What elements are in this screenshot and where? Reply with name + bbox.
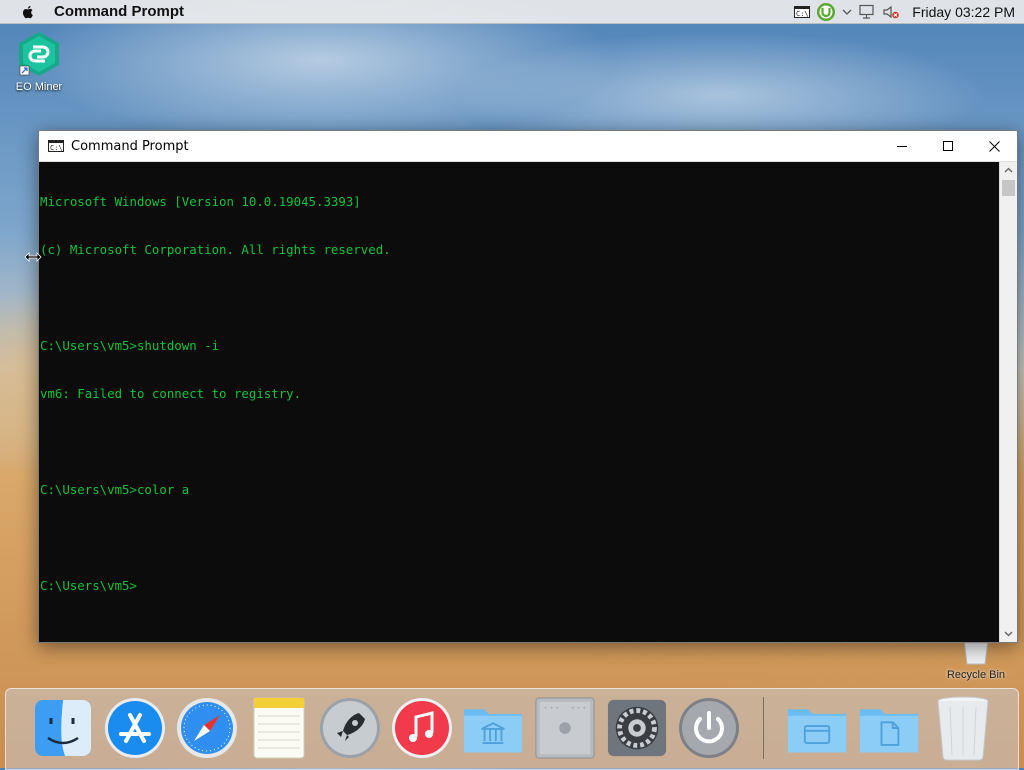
chevron-down-icon[interactable] bbox=[842, 8, 852, 16]
dock-item-applications-folder[interactable] bbox=[462, 695, 524, 761]
desktop-icon-recycle-bin[interactable]: Recycle Bin bbox=[940, 639, 1012, 681]
close-icon bbox=[988, 140, 1000, 152]
dock-separator bbox=[763, 697, 764, 759]
desktop-icon-label: Recycle Bin bbox=[946, 669, 1006, 681]
minimize-button[interactable] bbox=[879, 131, 925, 161]
dock-item-safari[interactable] bbox=[176, 695, 238, 761]
console-icon[interactable]: C:\ bbox=[794, 5, 811, 18]
scrollbar-thumb[interactable] bbox=[1002, 180, 1015, 196]
close-button[interactable] bbox=[971, 131, 1017, 161]
dock-item-trash[interactable] bbox=[932, 695, 994, 761]
menu-bar: Command Prompt C:\ Friday 03:22 PM bbox=[0, 0, 1024, 24]
folder-icon bbox=[787, 709, 847, 753]
desktop-icon-label: EO Miner bbox=[15, 81, 63, 93]
system-preferences-icon bbox=[607, 699, 667, 757]
dock-item-system-preferences[interactable] bbox=[606, 695, 668, 761]
console-line: C:\Users\vm5>shutdown -i bbox=[40, 338, 220, 353]
desktop-icon-eo-miner[interactable]: EO Miner bbox=[10, 30, 68, 93]
svg-text:C:\: C:\ bbox=[50, 144, 63, 152]
mac-pro-icon bbox=[535, 697, 595, 759]
scroll-down-button[interactable] bbox=[1000, 626, 1017, 642]
console-line: (c) Microsoft Corporation. All rights re… bbox=[40, 242, 391, 257]
svg-text:C:\: C:\ bbox=[796, 10, 809, 18]
app-store-icon bbox=[105, 698, 165, 758]
command-prompt-window[interactable]: C:\ Command Prompt Microsoft Windows [Ve… bbox=[38, 130, 1018, 643]
dock-item-music[interactable] bbox=[391, 695, 453, 761]
documents-folder-icon bbox=[859, 709, 919, 753]
notes-icon bbox=[253, 697, 305, 759]
dock-item-launchpad[interactable] bbox=[319, 695, 381, 761]
applications-folder-icon bbox=[463, 709, 523, 753]
dock bbox=[5, 688, 1019, 770]
window-controls bbox=[879, 131, 1017, 161]
console-line: vm6: Failed to connect to registry. bbox=[40, 386, 302, 401]
safari-icon bbox=[177, 698, 237, 758]
music-icon bbox=[392, 698, 452, 758]
active-app-name[interactable]: Command Prompt bbox=[54, 3, 184, 20]
dock-item-notes[interactable] bbox=[248, 695, 310, 761]
dock-item-mac-pro[interactable] bbox=[534, 695, 596, 761]
console-line: Microsoft Windows [Version 10.0.19045.33… bbox=[40, 194, 361, 209]
minimize-icon bbox=[897, 146, 907, 147]
dock-item-power[interactable] bbox=[678, 695, 740, 761]
menu-clock[interactable]: Friday 03:22 PM bbox=[912, 4, 1015, 20]
chevron-down-icon bbox=[1004, 631, 1013, 637]
scroll-up-button[interactable] bbox=[1000, 162, 1017, 178]
console-icon: C:\ bbox=[48, 140, 64, 152]
dock-item-app-store[interactable] bbox=[104, 695, 166, 761]
torrent-icon[interactable] bbox=[816, 2, 836, 22]
dock-item-documents-folder[interactable] bbox=[858, 695, 920, 761]
eo-miner-icon bbox=[19, 32, 59, 76]
menu-extras: C:\ Friday 03:22 PM bbox=[794, 0, 1015, 23]
recycle-bin-icon bbox=[963, 639, 989, 665]
window-titlebar[interactable]: C:\ Command Prompt bbox=[39, 131, 1017, 162]
console-line: C:\Users\vm5>color a bbox=[40, 482, 190, 497]
maximize-icon bbox=[943, 141, 953, 151]
dock-item-folder[interactable] bbox=[786, 695, 848, 761]
console-output[interactable]: Microsoft Windows [Version 10.0.19045.33… bbox=[39, 162, 1000, 642]
launchpad-icon bbox=[320, 698, 380, 758]
trash-icon bbox=[937, 696, 989, 761]
vertical-scrollbar[interactable] bbox=[999, 162, 1017, 642]
power-icon bbox=[679, 698, 739, 758]
chevron-up-icon bbox=[1004, 167, 1013, 173]
maximize-button[interactable] bbox=[925, 131, 971, 161]
resize-cursor-icon bbox=[24, 252, 42, 262]
network-icon[interactable] bbox=[858, 4, 876, 20]
finder-icon bbox=[35, 700, 91, 756]
dock-item-finder[interactable] bbox=[32, 695, 94, 761]
window-title: Command Prompt bbox=[71, 138, 189, 154]
apple-logo-icon[interactable] bbox=[20, 4, 36, 20]
volume-muted-icon[interactable] bbox=[882, 4, 900, 20]
console-prompt-line[interactable]: C:\Users\vm5> bbox=[40, 578, 1000, 594]
